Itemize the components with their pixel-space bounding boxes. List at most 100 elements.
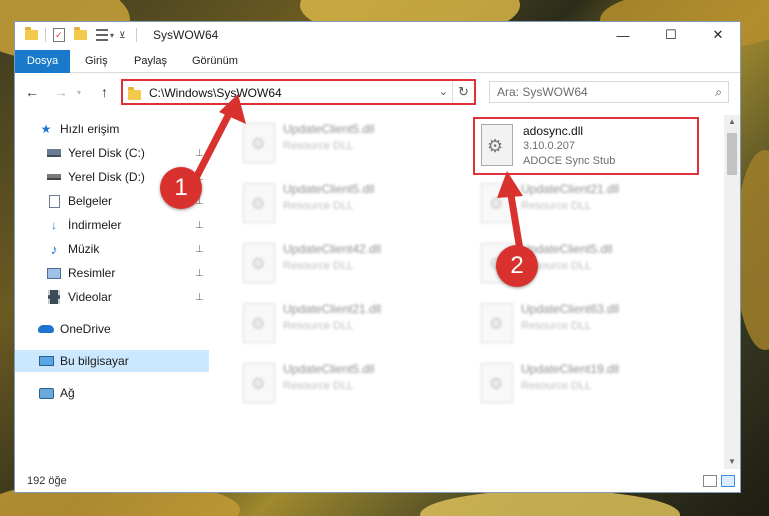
recent-locations-icon[interactable]: ▾ bbox=[77, 88, 81, 97]
chevron-down-icon[interactable]: ⌄ bbox=[439, 85, 448, 98]
sidebar-item-pictures[interactable]: Resimler ⊥ bbox=[15, 262, 209, 284]
file-description: Resource DLL bbox=[283, 320, 354, 332]
sidebar-item-label: Yerel Disk (C:) bbox=[68, 146, 145, 160]
item-count: 192 öğe bbox=[27, 475, 67, 487]
tab-file[interactable]: Dosya bbox=[15, 50, 70, 73]
file-description: Resource DLL bbox=[521, 320, 592, 332]
drive-icon bbox=[46, 170, 62, 184]
up-button[interactable]: ↑ bbox=[101, 84, 108, 100]
properties-icon[interactable]: ✓ bbox=[53, 28, 65, 42]
refresh-button[interactable]: ↻ bbox=[452, 81, 474, 103]
tab-view[interactable]: Görünüm bbox=[192, 50, 238, 73]
folder-icon bbox=[128, 87, 141, 100]
sidebar-item-label: Bu bilgisayar bbox=[60, 354, 129, 368]
file-item[interactable]: UpdateClient63.dll Resource DLL bbox=[475, 299, 707, 351]
ribbon-tabs: Dosya Giriş Paylaş Görünüm bbox=[15, 50, 740, 73]
separator bbox=[45, 28, 46, 42]
forward-button[interactable]: → bbox=[54, 84, 68, 100]
file-name: UpdateClient5.dll bbox=[283, 362, 375, 376]
file-item[interactable]: UpdateClient21.dll Resource DLL bbox=[475, 179, 707, 231]
scroll-down-icon[interactable]: ▼ bbox=[724, 455, 740, 469]
customize-toolbar-icon[interactable]: ⊻ bbox=[119, 30, 126, 41]
video-icon bbox=[46, 290, 62, 304]
sidebar-item-videos[interactable]: Videolar ⊥ bbox=[15, 286, 209, 308]
search-box[interactable]: ⌕ bbox=[489, 81, 729, 103]
pin-icon[interactable]: ⊥ bbox=[195, 220, 204, 231]
file-item[interactable]: UpdateClient42.dll Resource DLL bbox=[237, 239, 469, 291]
minimize-button[interactable]: — bbox=[600, 22, 646, 48]
sidebar-item-label: OneDrive bbox=[60, 322, 111, 336]
sidebar-item-label: Yerel Disk (D:) bbox=[68, 170, 145, 184]
sidebar-item-downloads[interactable]: ↓ İndirmeler ⊥ bbox=[15, 214, 209, 236]
file-description: Resource DLL bbox=[521, 380, 592, 392]
tab-share[interactable]: Paylaş bbox=[134, 50, 167, 73]
pin-icon[interactable]: ⊥ bbox=[195, 292, 204, 303]
title-bar: ✓ ▾ ⊻ SysWOW64 — ☐ ✕ bbox=[15, 22, 740, 48]
pin-icon[interactable]: ⊥ bbox=[195, 268, 204, 279]
file-name: UpdateClient21.dll bbox=[283, 302, 382, 316]
file-description: ADOCE Sync Stub bbox=[523, 155, 616, 167]
file-item[interactable]: UpdateClient5.dll Resource DLL bbox=[237, 119, 469, 171]
dll-file-icon bbox=[243, 183, 275, 223]
sidebar-item-label: Belgeler bbox=[68, 194, 113, 208]
tiles-view-icon[interactable] bbox=[721, 475, 735, 487]
pin-icon[interactable]: ⊥ bbox=[195, 148, 204, 159]
file-description: Resource DLL bbox=[521, 200, 592, 212]
window-title: SysWOW64 bbox=[153, 28, 219, 42]
tab-home[interactable]: Giriş bbox=[85, 50, 108, 73]
dll-file-icon: ⚙ bbox=[481, 124, 513, 166]
file-name: UpdateClient19.dll bbox=[521, 362, 620, 376]
sidebar-item-this-pc[interactable]: Bu bilgisayar bbox=[15, 350, 209, 372]
maximize-button[interactable]: ☐ bbox=[648, 22, 694, 48]
scrollbar-thumb[interactable] bbox=[727, 133, 737, 175]
file-item[interactable]: UpdateClient19.dll Resource DLL bbox=[475, 359, 707, 411]
file-item-adosync[interactable]: ⚙ adosync.dll 3.10.0.207 ADOCE Sync Stub bbox=[473, 117, 699, 175]
file-description: Resource DLL bbox=[283, 260, 354, 272]
file-name: UpdateClient42.dll bbox=[283, 242, 382, 256]
details-view-icon[interactable] bbox=[703, 475, 717, 487]
sidebar-item-label: Ağ bbox=[60, 386, 75, 400]
view-icon[interactable] bbox=[96, 29, 108, 41]
vertical-scrollbar[interactable]: ▲ ▼ bbox=[724, 115, 740, 469]
navigation-bar: ← → ▾ ↑ C:\Windows\SysWOW64 ⌄ ↻ ⌕ bbox=[15, 77, 740, 107]
search-input[interactable] bbox=[490, 82, 690, 102]
folder-icon bbox=[25, 27, 38, 40]
dll-file-icon bbox=[243, 243, 275, 283]
dll-file-icon bbox=[481, 363, 513, 403]
status-bar: 192 öğe bbox=[15, 472, 740, 492]
drive-icon bbox=[46, 146, 62, 160]
file-name: adosync.dll bbox=[523, 124, 584, 138]
address-path[interactable]: C:\Windows\SysWOW64 bbox=[149, 86, 282, 100]
step-badge-1: 1 bbox=[160, 167, 202, 209]
address-bar[interactable]: C:\Windows\SysWOW64 ⌄ ↻ bbox=[121, 79, 476, 105]
sidebar-item-label: Müzik bbox=[68, 242, 100, 256]
quick-access-toolbar: ✓ ▾ ⊻ bbox=[25, 27, 137, 43]
cloud-icon bbox=[38, 322, 54, 336]
file-name: UpdateClient5.dll bbox=[283, 122, 375, 136]
pin-icon[interactable]: ⊥ bbox=[195, 244, 204, 255]
close-button[interactable]: ✕ bbox=[695, 22, 740, 48]
sidebar-item-onedrive[interactable]: OneDrive bbox=[15, 318, 209, 340]
new-folder-icon[interactable] bbox=[74, 27, 87, 40]
chevron-down-icon[interactable]: ▾ bbox=[110, 31, 114, 40]
sidebar-item-quick-access[interactable]: ★ Hızlı erişim bbox=[15, 118, 209, 140]
file-description: Resource DLL bbox=[283, 140, 354, 152]
file-item[interactable]: UpdateClient5.dll Resource DLL bbox=[237, 179, 469, 231]
download-icon: ↓ bbox=[51, 218, 57, 232]
sidebar-item-label: İndirmeler bbox=[68, 218, 122, 232]
network-icon bbox=[38, 386, 54, 400]
sidebar-item-music[interactable]: ♪ Müzik ⊥ bbox=[15, 238, 209, 260]
scroll-up-icon[interactable]: ▲ bbox=[724, 115, 740, 129]
back-button[interactable]: ← bbox=[25, 84, 39, 100]
search-icon[interactable]: ⌕ bbox=[715, 85, 722, 100]
file-item[interactable]: UpdateClient21.dll Resource DLL bbox=[237, 299, 469, 351]
sidebar-item-network[interactable]: Ağ bbox=[15, 382, 209, 404]
background-leaf bbox=[420, 490, 680, 516]
file-item[interactable]: UpdateClient5.dll Resource DLL bbox=[237, 359, 469, 411]
file-description: Resource DLL bbox=[283, 200, 354, 212]
gear-icon: ⚙ bbox=[487, 136, 504, 156]
sidebar-item-local-disk-c[interactable]: Yerel Disk (C:) ⊥ bbox=[15, 142, 209, 164]
sidebar-item-label: Hızlı erişim bbox=[60, 122, 120, 136]
file-description: Resource DLL bbox=[283, 380, 354, 392]
music-icon: ♪ bbox=[50, 241, 58, 257]
